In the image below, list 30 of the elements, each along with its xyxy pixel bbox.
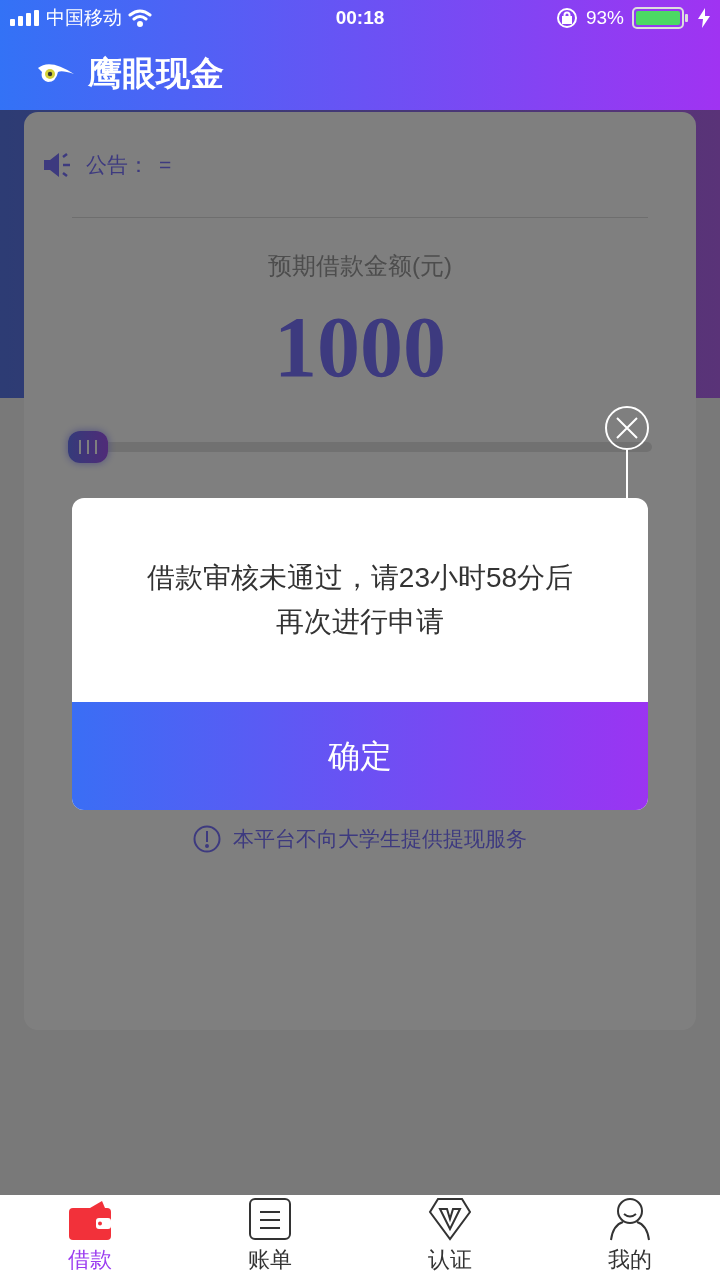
tab-item[interactable]: 我的 [540,1195,720,1280]
carrier-label: 中国移动 [46,5,122,30]
list-icon [248,1197,292,1241]
close-icon [615,416,639,440]
clock-time: 00:18 [335,5,385,30]
warning-icon [193,824,221,853]
amount-slider[interactable] [68,431,652,463]
announcement-label: 公告： [86,151,149,178]
wifi-icon [128,9,152,27]
dialog-message: 借款审核未通过，请23小时58分后再次进行申请 [145,561,575,639]
loan-amount: 1000 [274,304,446,390]
slider-thumb[interactable] [68,431,108,463]
battery-icon [632,7,690,29]
signal-icon [10,10,40,26]
tab-item[interactable]: 账单 [180,1195,360,1280]
announcement-text: = [159,151,172,178]
eye-logo-icon [36,62,76,84]
diamond-icon [428,1197,472,1241]
tab-item[interactable]: 认证 [360,1195,540,1280]
speaker-icon [44,152,72,177]
battery-percent: 93% [586,5,624,30]
charging-icon [698,8,710,28]
close-button[interactable] [605,406,649,450]
rotation-lock-icon [556,7,578,29]
confirm-button[interactable]: 确定 [72,702,648,810]
notice-text: 本平台不向大学生提供提现服务 [233,826,527,852]
tab-item[interactable]: 借款 [0,1195,180,1280]
person-icon [608,1197,652,1241]
wallet-icon [68,1199,112,1241]
app-title: 鹰眼现金 [88,52,224,94]
